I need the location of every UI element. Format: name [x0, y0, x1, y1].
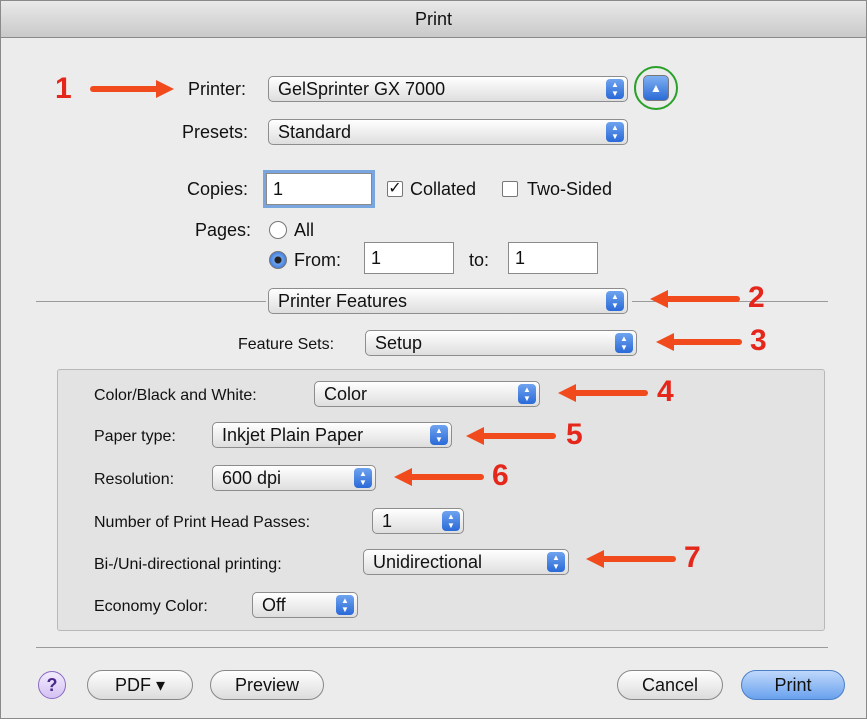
- pages-to-label: to:: [469, 250, 490, 270]
- disclosure-triangle-icon[interactable]: ▲: [643, 75, 669, 101]
- color-bw-label: Color/Black and White:: [94, 387, 257, 404]
- feature-sets-value: Setup: [375, 333, 423, 353]
- presets-popup[interactable]: Standard ▲ ▼: [268, 119, 628, 145]
- collated-checkbox[interactable]: ✓: [387, 181, 403, 197]
- copies-value: 1: [273, 179, 284, 199]
- section-divider-left: [36, 301, 266, 302]
- printer-popup[interactable]: GelSprinter GX 7000 ▲ ▼: [268, 76, 628, 102]
- annotation-number-6: 6: [492, 459, 509, 492]
- collated-label: Collated: [410, 179, 477, 199]
- presets-label: Presets:: [182, 122, 249, 142]
- pages-label: Pages:: [195, 220, 252, 240]
- annotation-arrow-5-icon: [466, 427, 556, 445]
- preview-label: Preview: [234, 675, 300, 695]
- color-bw-popup[interactable]: Color ▲ ▼: [314, 381, 540, 407]
- pages-from-field[interactable]: 1: [364, 242, 454, 274]
- annotation-number-7: 7: [684, 541, 701, 574]
- printer-value: GelSprinter GX 7000: [278, 79, 446, 99]
- head-passes-popup[interactable]: 1 ▲ ▼: [372, 508, 464, 534]
- copies-field[interactable]: 1: [266, 173, 372, 205]
- two-sided-label: Two-Sided: [527, 179, 613, 199]
- section-value: Printer Features: [278, 291, 408, 311]
- cancel-button[interactable]: Cancel: [617, 670, 723, 700]
- print-label: Print: [774, 675, 812, 695]
- annotation-arrow-3-icon: [656, 333, 742, 351]
- pdf-label: PDF ▾: [114, 675, 166, 695]
- popup-stepper-icon: ▲ ▼: [606, 122, 624, 142]
- popup-stepper-icon: ▲ ▼: [615, 333, 633, 353]
- annotation-number-5: 5: [566, 418, 583, 451]
- features-panel: [57, 369, 825, 631]
- pages-all-radio[interactable]: [269, 221, 287, 239]
- bottom-divider: [36, 647, 828, 648]
- paper-type-value: Inkjet Plain Paper: [222, 425, 364, 445]
- resolution-label: Resolution:: [94, 471, 175, 488]
- economy-label: Economy Color:: [94, 598, 208, 615]
- popup-stepper-icon: ▲ ▼: [547, 552, 565, 572]
- two-sided-checkbox[interactable]: [502, 181, 518, 197]
- popup-stepper-icon: ▲ ▼: [606, 79, 624, 99]
- annotation-number-1: 1: [55, 72, 72, 105]
- cancel-label: Cancel: [641, 675, 699, 695]
- pages-to-value: 1: [515, 248, 526, 268]
- economy-value: Off: [262, 595, 286, 615]
- pages-from-label: From:: [294, 250, 341, 270]
- window-title: Print: [414, 9, 452, 29]
- resolution-popup[interactable]: 600 dpi ▲ ▼: [212, 465, 376, 491]
- economy-popup[interactable]: Off ▲ ▼: [252, 592, 358, 618]
- annotation-arrow-1-icon: [90, 80, 174, 98]
- popup-stepper-icon: ▲ ▼: [606, 291, 624, 311]
- annotation-arrow-2-icon: [650, 290, 740, 308]
- pages-all-label: All: [294, 220, 315, 240]
- presets-value: Standard: [278, 122, 352, 142]
- popup-stepper-icon: ▲ ▼: [518, 384, 536, 404]
- resolution-value: 600 dpi: [222, 468, 282, 488]
- section-popup[interactable]: Printer Features ▲ ▼: [268, 288, 628, 314]
- popup-stepper-icon: ▲ ▼: [442, 511, 460, 531]
- print-button[interactable]: Print: [741, 670, 845, 700]
- annotation-number-4: 4: [657, 375, 674, 408]
- annotation-number-3: 3: [750, 324, 767, 357]
- window-title-bar: Print: [0, 0, 867, 38]
- direction-popup[interactable]: Unidirectional ▲ ▼: [363, 549, 569, 575]
- popup-stepper-icon: ▲ ▼: [354, 468, 372, 488]
- annotation-arrow-6-icon: [394, 468, 484, 486]
- help-button[interactable]: ?: [38, 671, 66, 699]
- copies-label: Copies:: [187, 179, 249, 199]
- head-passes-label: Number of Print Head Passes:: [94, 514, 311, 531]
- preview-button[interactable]: Preview: [210, 670, 324, 700]
- annotation-arrow-4-icon: [558, 384, 648, 402]
- help-icon: ?: [46, 675, 58, 695]
- pdf-button[interactable]: PDF ▾: [87, 670, 193, 700]
- color-bw-value: Color: [324, 384, 368, 404]
- direction-label: Bi-/Uni-directional printing:: [94, 556, 282, 573]
- paper-type-popup[interactable]: Inkjet Plain Paper ▲ ▼: [212, 422, 452, 448]
- printer-label: Printer:: [188, 79, 247, 99]
- annotation-number-2: 2: [748, 281, 765, 314]
- pages-from-radio[interactable]: [269, 251, 287, 269]
- paper-type-label: Paper type:: [94, 428, 176, 445]
- feature-sets-popup[interactable]: Setup ▲ ▼: [365, 330, 637, 356]
- feature-sets-label: Feature Sets:: [238, 336, 335, 353]
- head-passes-value: 1: [382, 511, 393, 531]
- popup-stepper-icon: ▲ ▼: [336, 595, 354, 615]
- popup-stepper-icon: ▲ ▼: [430, 425, 448, 445]
- direction-value: Unidirectional: [373, 552, 483, 572]
- annotation-arrow-7-icon: [586, 550, 676, 568]
- pages-to-field[interactable]: 1: [508, 242, 598, 274]
- pages-from-value: 1: [371, 248, 382, 268]
